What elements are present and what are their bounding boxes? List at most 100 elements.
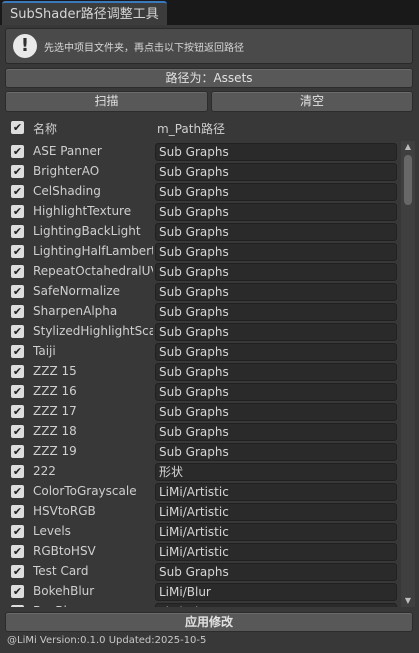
row-path-field[interactable]: Sub Graphs bbox=[155, 243, 397, 261]
row-name: ASE Panner bbox=[33, 144, 102, 158]
row-checkbox[interactable]: ✔ bbox=[11, 525, 24, 538]
row-name: BrighterAO bbox=[33, 164, 100, 178]
row-path-field[interactable]: Sub Graphs bbox=[155, 143, 397, 161]
row-checkbox[interactable]: ✔ bbox=[11, 285, 24, 298]
row-checkbox[interactable]: ✔ bbox=[11, 345, 24, 358]
row-path-field[interactable]: Sub Graphs bbox=[155, 343, 397, 361]
table-row: ✔ ZZZ 17 Sub Graphs bbox=[0, 401, 400, 421]
table-row: ✔ Levels LiMi/Artistic bbox=[0, 521, 400, 541]
row-checkbox[interactable]: ✔ bbox=[11, 545, 24, 558]
scroll-up-arrow-icon[interactable]: ▲ bbox=[401, 141, 415, 153]
table-row: ✔ ASE Panner Sub Graphs bbox=[0, 141, 400, 161]
row-path-field[interactable]: Sub Graphs bbox=[155, 403, 397, 421]
scan-button[interactable]: 扫描 bbox=[5, 91, 208, 112]
row-name: RepeatOctahedralUV bbox=[33, 264, 153, 278]
row-name: SafeNormalize bbox=[33, 284, 121, 298]
row-path-field[interactable]: Sub Graphs bbox=[155, 563, 397, 581]
row-checkbox[interactable]: ✔ bbox=[11, 245, 24, 258]
table-row: ✔ 222 形状 bbox=[0, 461, 400, 481]
row-checkbox[interactable]: ✔ bbox=[11, 405, 24, 418]
scroll-thumb[interactable] bbox=[404, 155, 412, 205]
table-row: ✔ SafeNormalize Sub Graphs bbox=[0, 281, 400, 301]
row-checkbox[interactable]: ✔ bbox=[11, 445, 24, 458]
row-checkbox[interactable]: ✔ bbox=[11, 605, 24, 607]
row-path-field[interactable]: Sub Graphs bbox=[155, 183, 397, 201]
row-checkbox[interactable]: ✔ bbox=[11, 325, 24, 338]
row-checkbox[interactable]: ✔ bbox=[11, 365, 24, 378]
row-name: LightingHalfLambert bbox=[33, 244, 153, 258]
scroll-down-arrow-icon[interactable]: ▼ bbox=[401, 595, 415, 607]
row-checkbox[interactable]: ✔ bbox=[11, 565, 24, 578]
row-path-field[interactable]: Sub Graphs bbox=[155, 223, 397, 241]
footer-version: @LiMi Version:0.1.0 Updated:2025-10-5 bbox=[7, 635, 207, 646]
row-name: ZZZ 15 bbox=[33, 364, 77, 378]
row-name: StylizedHighlightScale bbox=[33, 324, 153, 338]
help-text: 先选中项目文件夹，再点击以下按钮返回路径 bbox=[44, 43, 244, 54]
row-path-field[interactable]: 形状 bbox=[155, 463, 397, 481]
table-row: ✔ RepeatOctahedralUV Sub Graphs bbox=[0, 261, 400, 281]
row-path-field[interactable]: Sub Graphs bbox=[155, 303, 397, 321]
row-name: ColorToGrayscale bbox=[33, 484, 137, 498]
row-name: RGBtoHSV bbox=[33, 544, 96, 558]
row-checkbox[interactable]: ✔ bbox=[11, 205, 24, 218]
row-name: LightingBackLight bbox=[33, 224, 141, 238]
row-checkbox[interactable]: ✔ bbox=[11, 165, 24, 178]
list-scrollbar[interactable]: ▲ ▼ bbox=[401, 141, 415, 607]
row-checkbox[interactable]: ✔ bbox=[11, 305, 24, 318]
table-row: ✔ BokehBlur LiMi/Blur bbox=[0, 581, 400, 601]
table-row: ✔ RGBtoHSV LiMi/Artistic bbox=[0, 541, 400, 561]
row-path-field[interactable]: Sub Graphs bbox=[155, 443, 397, 461]
table-row: ✔ Test Card Sub Graphs bbox=[0, 561, 400, 581]
header-name-label: 名称 bbox=[33, 122, 58, 136]
row-path-field[interactable]: Sub Graphs bbox=[155, 203, 397, 221]
row-path-field[interactable]: Sub Graphs bbox=[155, 423, 397, 441]
row-path-field[interactable]: Sub Graphs bbox=[155, 163, 397, 181]
row-checkbox[interactable]: ✔ bbox=[11, 385, 24, 398]
row-checkbox[interactable]: ✔ bbox=[11, 185, 24, 198]
row-path-field[interactable]: Sub Graphs bbox=[155, 323, 397, 341]
apply-changes-button[interactable]: 应用修改 bbox=[5, 612, 413, 632]
row-name: BoxBlur bbox=[33, 604, 153, 607]
row-checkbox[interactable]: ✔ bbox=[11, 465, 24, 478]
row-path-field[interactable]: Sub Graphs bbox=[155, 263, 397, 281]
table-row: ✔ LightingHalfLambert Sub Graphs bbox=[0, 241, 400, 261]
row-checkbox[interactable]: ✔ bbox=[11, 145, 24, 158]
row-path-field[interactable]: LiMi/Artistic bbox=[155, 543, 397, 561]
path-button[interactable]: 路径为：Assets bbox=[5, 68, 413, 88]
clear-button[interactable]: 清空 bbox=[211, 91, 413, 112]
row-path-field[interactable]: Sub Graphs bbox=[155, 383, 397, 401]
table-row: ✔ ZZZ 19 Sub Graphs bbox=[0, 441, 400, 461]
row-path-field[interactable]: Sub Graphs bbox=[155, 283, 397, 301]
row-path-field[interactable]: LiMi/Artistic bbox=[155, 483, 397, 501]
window-tab[interactable]: SubShader路径调整工具 bbox=[2, 1, 167, 25]
row-path-field[interactable]: LiMi/Artistic bbox=[155, 503, 397, 521]
table-row: ✔ HighlightTexture Sub Graphs bbox=[0, 201, 400, 221]
row-checkbox[interactable]: ✔ bbox=[11, 485, 24, 498]
row-checkbox[interactable]: ✔ bbox=[11, 585, 24, 598]
list-header: ✔ 名称 m_Path路径 bbox=[0, 118, 419, 138]
table-row: ✔ ZZZ 16 Sub Graphs bbox=[0, 381, 400, 401]
table-row: ✔ ZZZ 15 Sub Graphs bbox=[0, 361, 400, 381]
header-path-label: m_Path路径 bbox=[157, 122, 226, 136]
row-name: HighlightTexture bbox=[33, 204, 132, 218]
row-path-field[interactable]: Sub Graphs bbox=[155, 363, 397, 381]
info-icon: ! bbox=[13, 34, 37, 58]
row-path-field[interactable]: LiMi/Blur bbox=[155, 583, 397, 601]
table-row: ✔ SharpenAlpha Sub Graphs bbox=[0, 301, 400, 321]
row-name: BokehBlur bbox=[33, 584, 95, 598]
row-path-field[interactable]: LiMi/Artistic bbox=[155, 523, 397, 541]
row-checkbox[interactable]: ✔ bbox=[11, 505, 24, 518]
row-checkbox[interactable]: ✔ bbox=[11, 225, 24, 238]
row-checkbox[interactable]: ✔ bbox=[11, 265, 24, 278]
row-path-field[interactable]: LiMi/Blur bbox=[155, 603, 397, 607]
row-name: Levels bbox=[33, 524, 71, 538]
row-checkbox[interactable]: ✔ bbox=[11, 425, 24, 438]
row-name: HSVtoRGB bbox=[33, 504, 96, 518]
row-name: ZZZ 17 bbox=[33, 404, 77, 418]
table-row: ✔ Taiji Sub Graphs bbox=[0, 341, 400, 361]
row-name: ZZZ 18 bbox=[33, 424, 77, 438]
table-row: ✔ StylizedHighlightScaleSub Graphs bbox=[0, 321, 400, 341]
tool-window: SubShader路径调整工具 ! 先选中项目文件夹，再点击以下按钮返回路径 路… bbox=[0, 0, 419, 653]
row-name: 222 bbox=[33, 464, 56, 478]
select-all-checkbox[interactable]: ✔ bbox=[11, 121, 24, 134]
